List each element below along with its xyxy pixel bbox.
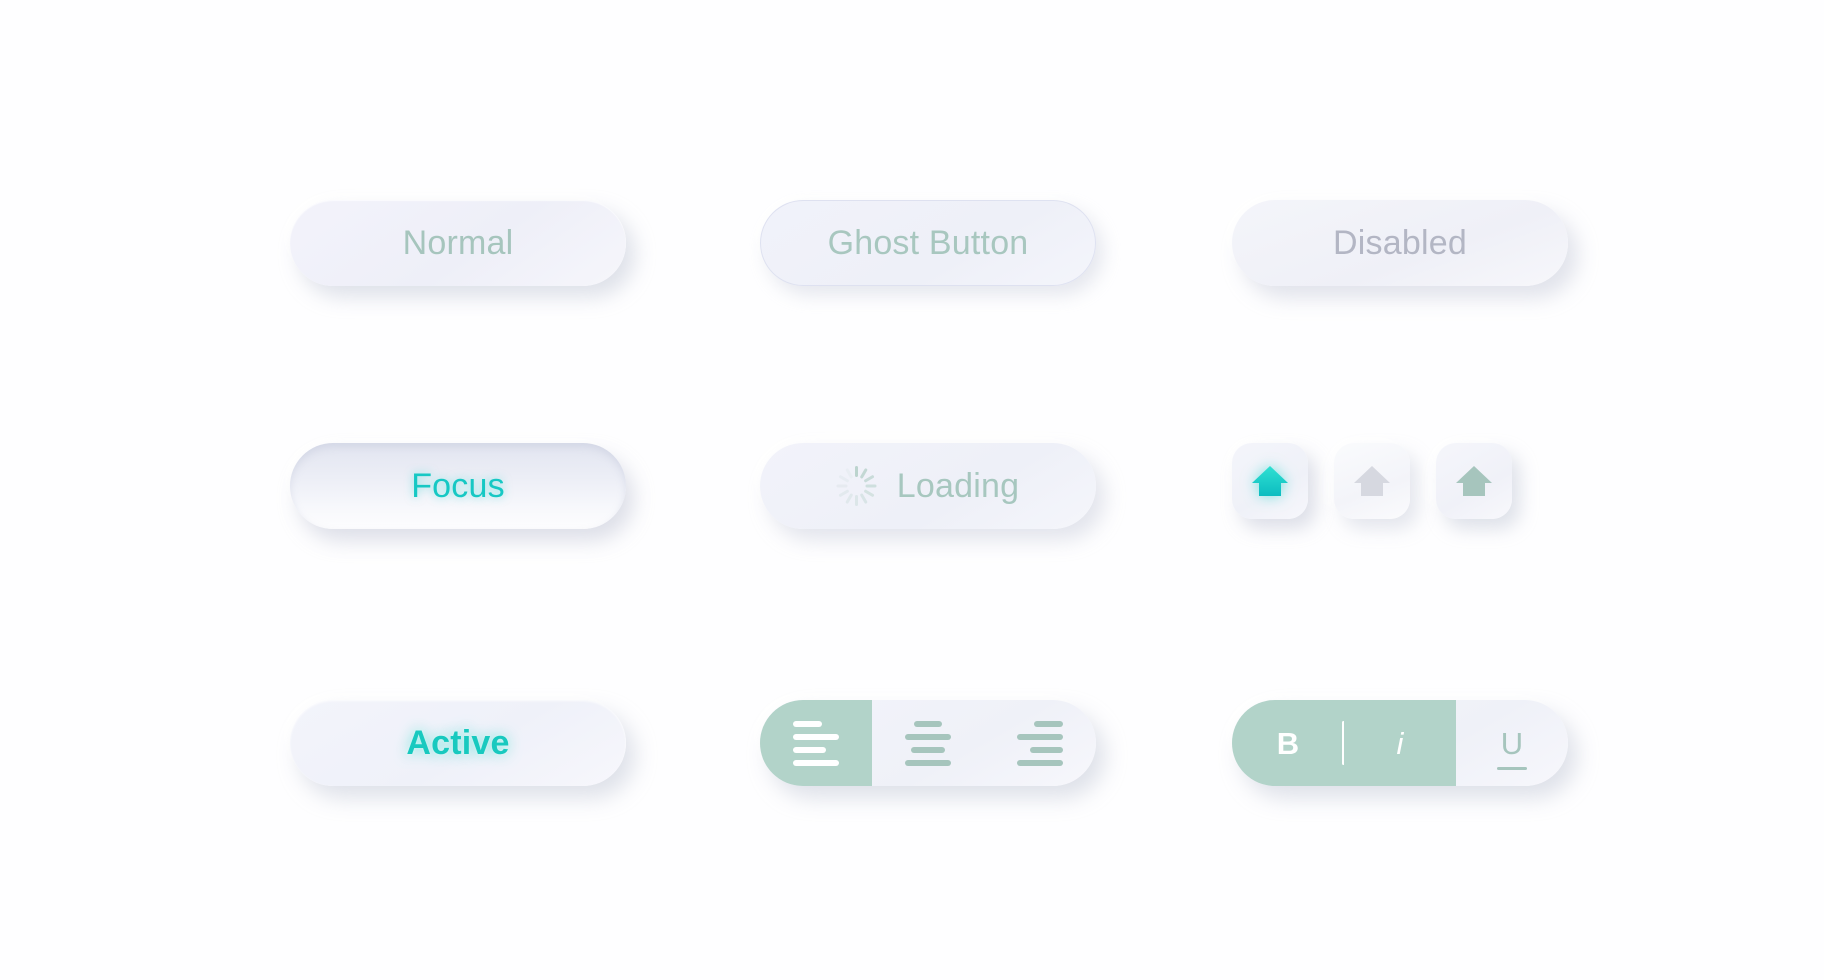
text-alignment-group [760, 700, 1096, 786]
text-format-group: B i U [1232, 700, 1568, 786]
home-icon-button-normal[interactable] [1436, 443, 1512, 519]
home-icon [1350, 459, 1394, 503]
italic-icon: i [1396, 725, 1404, 761]
normal-button-label: Normal [402, 223, 514, 262]
ghost-button[interactable]: Ghost Button [760, 200, 1096, 286]
focus-button[interactable]: Focus [290, 443, 626, 529]
text-format-group-cell: B i U [1232, 700, 1568, 786]
home-icon-button-disabled [1334, 443, 1410, 519]
home-icon [1452, 459, 1496, 503]
home-icon-button-active[interactable] [1232, 443, 1308, 519]
loading-button[interactable]: Loading [760, 443, 1096, 529]
button-showcase-canvas: Normal Ghost Button Disabled Focus Loadi… [0, 0, 1824, 980]
text-alignment-group-cell [760, 700, 1096, 786]
bold-button[interactable]: B [1232, 700, 1345, 786]
underline-button[interactable]: U [1456, 700, 1568, 786]
focus-button-label: Focus [411, 466, 505, 505]
loading-button-label: Loading [896, 466, 1020, 505]
loading-button-cell: Loading [760, 443, 1096, 529]
align-center-button[interactable] [872, 700, 984, 786]
active-button-label: Active [406, 723, 510, 762]
home-icon [1248, 459, 1292, 503]
align-right-icon [1017, 720, 1063, 766]
focus-button-cell: Focus [290, 443, 626, 529]
active-button[interactable]: Active [290, 700, 626, 786]
align-right-button[interactable] [984, 700, 1096, 786]
normal-button-cell: Normal [290, 200, 626, 286]
normal-button[interactable]: Normal [290, 200, 626, 286]
align-left-button[interactable] [760, 700, 872, 786]
ghost-button-cell: Ghost Button [760, 200, 1096, 286]
spinner-icon [836, 466, 877, 506]
ghost-button-label: Ghost Button [827, 223, 1029, 262]
disabled-button: Disabled [1232, 200, 1568, 286]
align-left-icon [793, 720, 839, 766]
align-center-icon [905, 720, 951, 766]
bold-icon: B [1276, 725, 1300, 761]
italic-button[interactable]: i [1344, 700, 1456, 786]
underline-icon: U [1496, 725, 1528, 770]
disabled-button-cell: Disabled [1232, 200, 1568, 286]
disabled-button-label: Disabled [1333, 223, 1467, 262]
active-button-cell: Active [290, 700, 626, 786]
icon-button-row [1232, 443, 1512, 519]
